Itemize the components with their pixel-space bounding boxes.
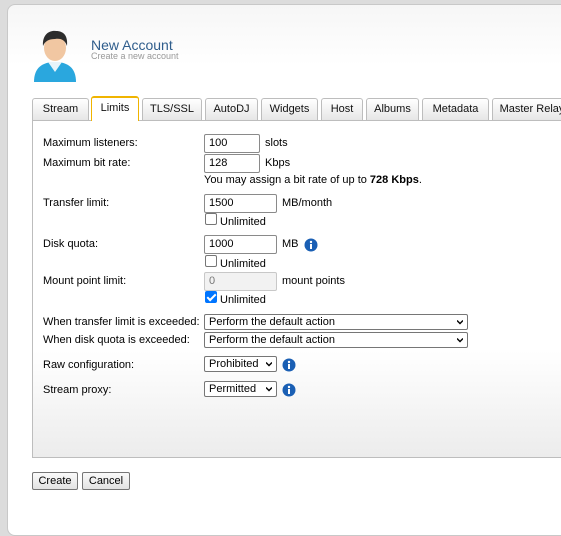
chevron-down-icon (457, 320, 463, 325)
tab-host[interactable]: Host (321, 98, 363, 120)
max-listeners-unit: slots (265, 137, 288, 149)
mount-unlimited-checkbox[interactable] (205, 291, 217, 303)
raw-config-value: Prohibited (209, 358, 259, 370)
transfer-limit-input[interactable]: 1500 (204, 194, 277, 213)
bitrate-note-text: You may assign a bit rate of up to (204, 174, 370, 186)
disk-exceeded-value: Perform the default action (209, 334, 335, 346)
tab-master-relay[interactable]: Master Relay (492, 98, 561, 120)
stream-proxy-label: Stream proxy: (43, 384, 112, 396)
chevron-down-icon (266, 387, 272, 392)
cancel-button[interactable]: Cancel (82, 472, 130, 490)
bitrate-note-suffix: . (418, 174, 422, 186)
tab-metadata[interactable]: Metadata (422, 98, 489, 120)
chevron-down-icon (266, 362, 272, 367)
max-bitrate-unit: Kbps (265, 157, 291, 169)
tab-autodj[interactable]: AutoDJ (205, 98, 258, 120)
disk-quota-unit: MB (282, 238, 299, 250)
user-avatar-icon (34, 30, 76, 82)
transfer-exceeded-label: When transfer limit is exceeded: (43, 316, 200, 328)
transfer-exceeded-select[interactable]: Perform the default action (204, 314, 468, 330)
disk-quota-info-icon[interactable] (304, 238, 318, 252)
stream-proxy-info-icon[interactable] (282, 383, 296, 397)
create-button[interactable]: Create (32, 472, 78, 490)
disk-quota-input[interactable]: 1000 (204, 235, 277, 254)
transfer-unlimited-label: Unlimited (220, 216, 266, 228)
max-bitrate-input[interactable]: 128 (204, 154, 260, 173)
disk-exceeded-label: When disk quota is exceeded: (43, 334, 190, 346)
tab-limits[interactable]: Limits (91, 96, 139, 121)
stream-proxy-select[interactable]: Permitted (204, 381, 277, 397)
chevron-down-icon (457, 338, 463, 343)
max-listeners-label: Maximum listeners: (43, 137, 138, 149)
raw-config-info-icon[interactable] (282, 358, 296, 372)
limits-form-panel (32, 120, 561, 458)
bitrate-note: You may assign a bit rate of up to 728 K… (204, 174, 422, 186)
raw-config-select[interactable]: Prohibited (204, 356, 277, 372)
tab-stream[interactable]: Stream (32, 98, 89, 120)
disk-unlimited-label: Unlimited (220, 258, 266, 270)
page-subtitle: Create a new account (91, 51, 179, 61)
mount-point-limit-label: Mount point limit: (43, 275, 127, 287)
tab-widgets[interactable]: Widgets (261, 98, 318, 120)
disk-exceeded-select[interactable]: Perform the default action (204, 332, 468, 348)
max-bitrate-label: Maximum bit rate: (43, 157, 131, 169)
mount-point-limit-unit: mount points (282, 275, 345, 287)
tab-albums[interactable]: Albums (366, 98, 419, 120)
transfer-exceeded-value: Perform the default action (209, 316, 335, 328)
stream-proxy-value: Permitted (209, 383, 257, 395)
transfer-limit-label: Transfer limit: (43, 197, 110, 209)
transfer-unlimited-checkbox[interactable] (205, 213, 217, 225)
raw-config-label: Raw configuration: (43, 359, 135, 371)
disk-quota-label: Disk quota: (43, 238, 99, 250)
bitrate-note-max: 728 Kbps (369, 174, 419, 186)
mount-point-limit-input[interactable]: 0 (204, 272, 277, 291)
transfer-limit-unit: MB/month (282, 197, 333, 209)
max-listeners-input[interactable]: 100 (204, 134, 260, 153)
mount-unlimited-label: Unlimited (220, 294, 266, 306)
tab-tls-ssl[interactable]: TLS/SSL (142, 98, 202, 120)
disk-unlimited-checkbox[interactable] (205, 255, 217, 267)
